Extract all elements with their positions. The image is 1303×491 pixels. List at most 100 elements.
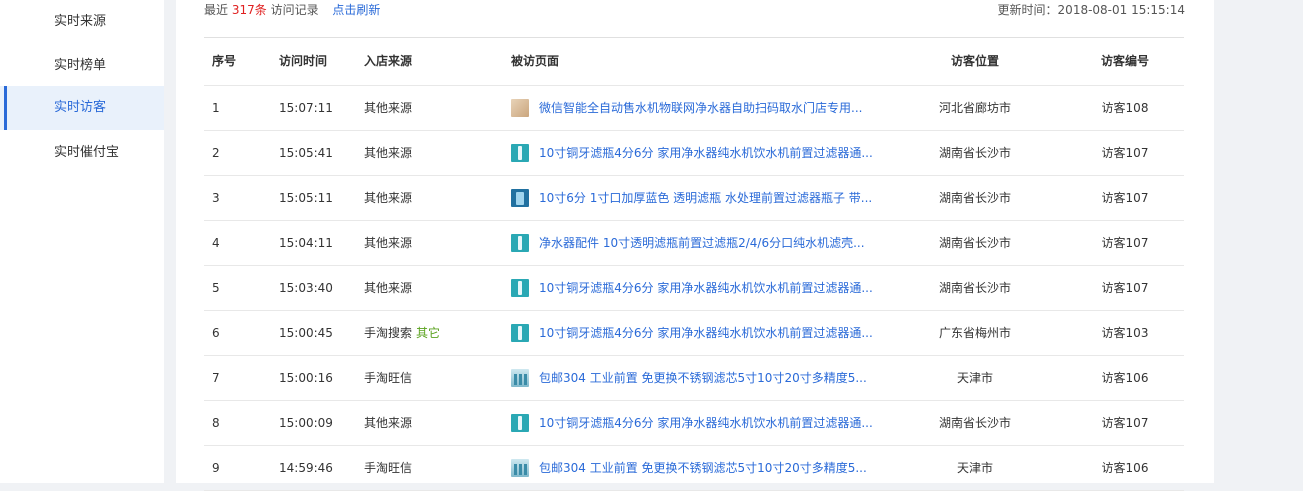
page-link[interactable]: 净水器配件 10寸透明滤瓶前置过滤瓶2/4/6分口纯水机滤壳... — [539, 236, 865, 250]
row-time: 15:05:41 — [279, 146, 333, 160]
summary-suffix: 访问记录 — [270, 3, 319, 17]
row-location: 河北省廊坊市 — [938, 101, 1011, 115]
summary-prefix: 最近 — [204, 3, 229, 17]
row-time: 15:07:11 — [279, 101, 333, 115]
table-row: 3 15:05:11 其他来源 10寸6分 1寸口加厚蓝色 透明滤瓶 水处理前置… — [204, 176, 1184, 221]
table-row: 9 14:59:46 手淘旺信 包邮304 工业前置 免更换不锈钢滤芯5寸10寸… — [204, 446, 1184, 491]
sidebar-item-realtime-payment[interactable]: 实时催付宝 — [0, 131, 164, 175]
row-time: 15:00:09 — [279, 416, 333, 430]
product-thumb-icon[interactable] — [511, 458, 529, 477]
row-page: 10寸铜牙滤瓶4分6分 家用净水器纯水机饮水机前置过滤器通... — [511, 131, 881, 175]
source-label: 其他来源 — [364, 416, 413, 430]
row-source: 其他来源 — [364, 266, 504, 310]
product-thumb-icon[interactable] — [511, 233, 529, 252]
table-row: 8 15:00:09 其他来源 10寸铜牙滤瓶4分6分 家用净水器纯水机饮水机前… — [204, 401, 1184, 446]
source-label: 其他来源 — [364, 281, 413, 295]
product-thumb-icon[interactable] — [511, 413, 529, 432]
page-link[interactable]: 10寸铜牙滤瓶4分6分 家用净水器纯水机饮水机前置过滤器通... — [539, 146, 873, 160]
row-location: 湖南省长沙市 — [938, 416, 1011, 430]
sidebar-item-realtime-source[interactable]: 实时来源 — [0, 0, 164, 44]
page-link[interactable]: 包邮304 工业前置 免更换不锈钢滤芯5寸10寸20寸多精度5... — [539, 461, 867, 475]
row-idx: 5 — [212, 281, 220, 295]
table-row: 4 15:04:11 其他来源 净水器配件 10寸透明滤瓶前置过滤瓶2/4/6分… — [204, 221, 1184, 266]
header-source: 入店来源 — [364, 54, 413, 68]
row-visitor: 访客107 — [1101, 281, 1149, 295]
header-location: 访客位置 — [950, 54, 999, 68]
row-location: 广东省梅州市 — [938, 326, 1011, 340]
row-page: 10寸铜牙滤瓶4分6分 家用净水器纯水机饮水机前置过滤器通... — [511, 266, 881, 310]
sidebar-item-realtime-visitors[interactable]: 实时访客 — [0, 86, 164, 130]
row-source: 其他来源 — [364, 221, 504, 265]
row-visitor: 访客107 — [1101, 191, 1149, 205]
row-page: 10寸铜牙滤瓶4分6分 家用净水器纯水机饮水机前置过滤器通... — [511, 401, 881, 445]
row-time: 15:03:40 — [279, 281, 333, 295]
row-source: 其他来源 — [364, 176, 504, 220]
row-location: 湖南省长沙市 — [938, 236, 1011, 250]
product-thumb-icon[interactable] — [511, 143, 529, 162]
visitor-table: 序号 访问时间 入店来源 被访页面 访客位置 访客编号 1 15:07:11 其… — [204, 37, 1184, 491]
page-gutter — [1214, 0, 1303, 483]
source-label: 其他来源 — [364, 146, 413, 160]
source-label: 手淘搜索 — [364, 326, 413, 340]
row-visitor: 访客106 — [1101, 371, 1149, 385]
row-idx: 6 — [212, 326, 220, 340]
row-page: 微信智能全自动售水机物联网净水器自助扫码取水门店专用... — [511, 86, 881, 130]
row-visitor: 访客103 — [1101, 326, 1149, 340]
row-page: 包邮304 工业前置 免更换不锈钢滤芯5寸10寸20寸多精度5... — [511, 356, 881, 400]
row-visitor: 访客107 — [1101, 236, 1149, 250]
sidebar-item-realtime-ranking[interactable]: 实时榜单 — [0, 44, 164, 88]
row-location: 湖南省长沙市 — [938, 191, 1011, 205]
row-page: 包邮304 工业前置 免更换不锈钢滤芯5寸10寸20寸多精度5... — [511, 446, 881, 490]
table-row: 5 15:03:40 其他来源 10寸铜牙滤瓶4分6分 家用净水器纯水机饮水机前… — [204, 266, 1184, 311]
row-source: 手淘旺信 — [364, 446, 504, 490]
updated-time: 更新时间：2018-08-01 15:15:14 — [997, 3, 1185, 17]
row-source: 其他来源 — [364, 131, 504, 175]
row-idx: 8 — [212, 416, 220, 430]
product-thumb-icon[interactable] — [511, 98, 529, 117]
page-link[interactable]: 微信智能全自动售水机物联网净水器自助扫码取水门店专用... — [539, 101, 862, 115]
row-time: 15:00:16 — [279, 371, 333, 385]
row-page: 净水器配件 10寸透明滤瓶前置过滤瓶2/4/6分口纯水机滤壳... — [511, 221, 881, 265]
row-idx: 2 — [212, 146, 220, 160]
record-count: 317条 — [231, 3, 267, 17]
table-row: 2 15:05:41 其他来源 10寸铜牙滤瓶4分6分 家用净水器纯水机饮水机前… — [204, 131, 1184, 176]
header-visitor: 访客编号 — [1100, 54, 1149, 68]
row-time: 15:04:11 — [279, 236, 333, 250]
row-source: 其他来源 — [364, 86, 504, 130]
source-label: 其他来源 — [364, 101, 413, 115]
row-location: 天津市 — [956, 461, 993, 475]
header-time: 访问时间 — [279, 54, 328, 68]
source-label: 其他来源 — [364, 236, 413, 250]
page-link[interactable]: 10寸铜牙滤瓶4分6分 家用净水器纯水机饮水机前置过滤器通... — [539, 326, 873, 340]
row-time: 14:59:46 — [279, 461, 333, 475]
row-time: 15:05:11 — [279, 191, 333, 205]
row-idx: 9 — [212, 461, 220, 475]
row-page: 10寸铜牙滤瓶4分6分 家用净水器纯水机饮水机前置过滤器通... — [511, 311, 881, 355]
row-location: 湖南省长沙市 — [938, 146, 1011, 160]
page-link[interactable]: 包邮304 工业前置 免更换不锈钢滤芯5寸10寸20寸多精度5... — [539, 371, 867, 385]
header-idx: 序号 — [212, 54, 237, 68]
page-link[interactable]: 10寸铜牙滤瓶4分6分 家用净水器纯水机饮水机前置过滤器通... — [539, 416, 873, 430]
row-idx: 7 — [212, 371, 220, 385]
product-thumb-icon[interactable] — [511, 368, 529, 387]
row-visitor: 访客107 — [1101, 416, 1149, 430]
page-link[interactable]: 10寸6分 1寸口加厚蓝色 透明滤瓶 水处理前置过滤器瓶子 带... — [539, 191, 872, 205]
row-idx: 3 — [212, 191, 220, 205]
table-header: 序号 访问时间 入店来源 被访页面 访客位置 访客编号 — [204, 38, 1184, 86]
source-label: 其他来源 — [364, 191, 413, 205]
refresh-link[interactable]: 点击刷新 — [332, 3, 380, 17]
table-row: 7 15:00:16 手淘旺信 包邮304 工业前置 免更换不锈钢滤芯5寸10寸… — [204, 356, 1184, 401]
row-time: 15:00:45 — [279, 326, 333, 340]
header-page: 被访页面 — [511, 54, 560, 68]
source-label: 手淘旺信 — [364, 461, 413, 475]
product-thumb-icon[interactable] — [511, 188, 529, 207]
product-thumb-icon[interactable] — [511, 278, 529, 297]
sidebar: 实时来源 实时榜单 实时访客 实时催付宝 — [0, 0, 164, 483]
row-idx: 1 — [212, 101, 220, 115]
main-panel: 最近 317条 访问记录 点击刷新 更新时间：2018-08-01 15:15:… — [176, 0, 1214, 491]
product-thumb-icon[interactable] — [511, 323, 529, 342]
row-visitor: 访客107 — [1101, 146, 1149, 160]
row-visitor: 访客106 — [1101, 461, 1149, 475]
page-link[interactable]: 10寸铜牙滤瓶4分6分 家用净水器纯水机饮水机前置过滤器通... — [539, 281, 873, 295]
source-label: 手淘旺信 — [364, 371, 413, 385]
